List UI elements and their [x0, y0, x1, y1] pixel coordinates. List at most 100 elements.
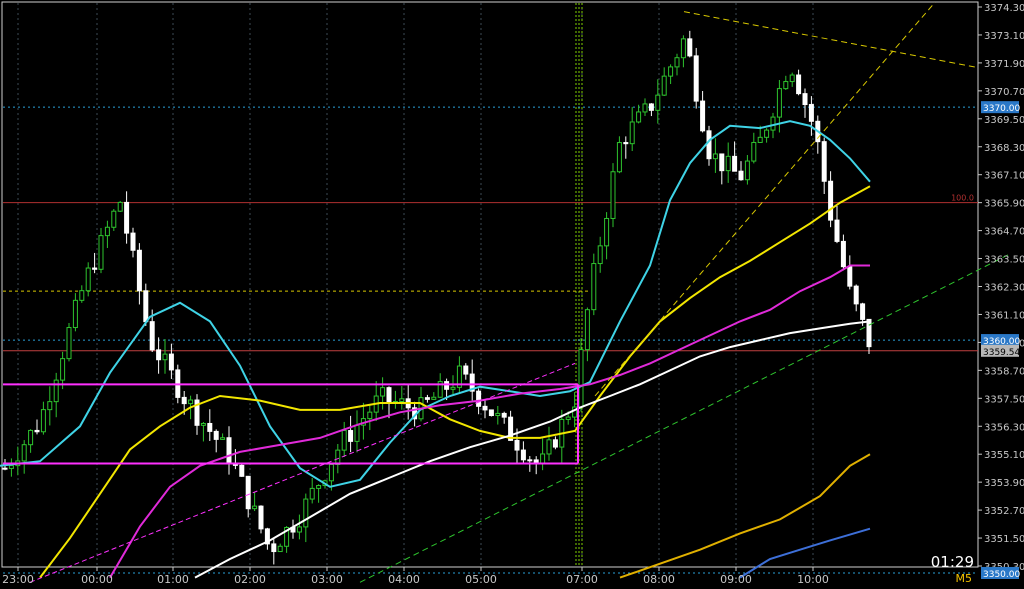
- candle-body: [245, 475, 251, 510]
- candle-body: [463, 365, 469, 375]
- timeframe-label: M5: [955, 572, 973, 585]
- candle-body: [789, 74, 795, 83]
- candle-body: [79, 290, 85, 301]
- candle-body: [578, 349, 584, 408]
- y-tick-label: 3351.50: [984, 534, 1024, 545]
- candle-body: [866, 318, 872, 348]
- candle-body: [188, 399, 194, 405]
- x-tick-label: 07:00: [566, 573, 598, 586]
- candle-body: [66, 327, 72, 360]
- y-tick-label: 3356.30: [984, 422, 1024, 433]
- y-tick-label: 3357.50: [984, 394, 1024, 405]
- candle-body: [597, 245, 603, 265]
- candle-body: [514, 439, 520, 451]
- candle-body: [552, 439, 558, 448]
- candle-body: [604, 217, 610, 247]
- price-label: 3350.00: [983, 570, 1020, 580]
- candle-body: [482, 405, 488, 411]
- ma-line: [109, 264, 870, 579]
- candle-body: [520, 449, 526, 461]
- candle-body: [124, 201, 130, 234]
- chart-grid: [1, 1, 979, 568]
- candle-body: [367, 411, 373, 420]
- candle-body: [610, 171, 616, 219]
- candle-body: [271, 543, 277, 553]
- trend-drawings: [3, 2, 1011, 583]
- candle-body: [488, 409, 494, 417]
- price-label: 3359.54: [983, 348, 1020, 358]
- candle-body: [104, 226, 110, 237]
- candle-body: [207, 422, 213, 432]
- candle-body: [757, 136, 763, 143]
- plot-frame: [1, 1, 979, 568]
- candle-body: [149, 321, 155, 351]
- candle-body: [636, 111, 642, 123]
- candle-body: [527, 459, 533, 462]
- candle-body: [738, 170, 744, 181]
- candle-body: [668, 66, 674, 77]
- candle-body: [648, 103, 654, 111]
- y-tick-label: 3362.30: [984, 283, 1024, 294]
- yellow-trendline-down: [683, 11, 979, 69]
- y-tick-label: 3364.70: [984, 227, 1024, 238]
- candle-body: [277, 545, 283, 553]
- candle-body: [732, 155, 738, 172]
- candle-body: [162, 353, 168, 361]
- y-tick-label: 3373.10: [984, 31, 1024, 42]
- candle-body: [674, 57, 680, 68]
- candle-body: [565, 416, 571, 420]
- price-chart[interactable]: 100.0 3374.30 3373.10 3371.90 3370.70 3369.5…: [0, 0, 1024, 589]
- ma-line: [194, 320, 871, 579]
- candle-body: [98, 235, 104, 270]
- candle-body: [303, 498, 309, 528]
- ma-line: [739, 527, 871, 579]
- candle-body: [252, 505, 258, 510]
- candle-body: [399, 398, 405, 403]
- candle-body: [341, 430, 347, 451]
- moving-averages: [0, 120, 871, 579]
- candle-body: [744, 160, 750, 181]
- candle-body: [111, 210, 117, 228]
- fibo-label: 100.0: [951, 194, 974, 203]
- candle-body: [540, 453, 546, 465]
- time-axis[interactable]: 23:00 00:00 01:00 02:00 03:00 04:00 05:00 07:00…: [2, 567, 829, 586]
- candle-body: [21, 444, 27, 462]
- candle-body: [796, 74, 802, 95]
- candle-body: [380, 387, 386, 397]
- candle-body: [828, 180, 834, 221]
- candle-body: [316, 485, 322, 489]
- candle-body: [776, 88, 782, 118]
- candle-body: [642, 103, 648, 113]
- x-tick-label: 00:00: [81, 573, 113, 586]
- candle-body: [92, 267, 98, 270]
- candle-body: [328, 463, 334, 482]
- candle-body: [85, 267, 91, 292]
- candle-body: [34, 429, 40, 433]
- price-axis[interactable]: 3374.30 3373.10 3371.90 3370.70 3369.50 3368.…: [978, 3, 1024, 580]
- x-tick-label: 09:00: [720, 573, 752, 586]
- candle-body: [860, 303, 866, 320]
- y-tick-label: 3363.50: [984, 255, 1024, 266]
- candle-body: [220, 437, 226, 440]
- candle-body: [28, 429, 34, 446]
- candle-body: [808, 104, 814, 122]
- candle-body: [117, 201, 123, 212]
- candle-body: [476, 390, 482, 407]
- candle-body: [821, 141, 827, 182]
- candle-body: [700, 100, 706, 132]
- y-tick-label: 3374.30: [984, 3, 1024, 14]
- y-tick-label: 3353.90: [984, 478, 1024, 489]
- y-tick-label: 3361.10: [984, 310, 1024, 321]
- candle-body: [309, 487, 315, 500]
- candle-body: [213, 430, 219, 440]
- candle-body: [712, 153, 718, 160]
- candle-body: [783, 81, 789, 90]
- candle-body: [450, 386, 456, 390]
- y-tick-label: 3358.70: [984, 366, 1024, 377]
- candle-body: [47, 401, 53, 411]
- candle-body: [591, 263, 597, 311]
- y-tick-label: 3368.30: [984, 143, 1024, 154]
- candle-body: [335, 449, 341, 465]
- y-tick-label: 3370.70: [984, 87, 1024, 98]
- candle-body: [706, 130, 712, 160]
